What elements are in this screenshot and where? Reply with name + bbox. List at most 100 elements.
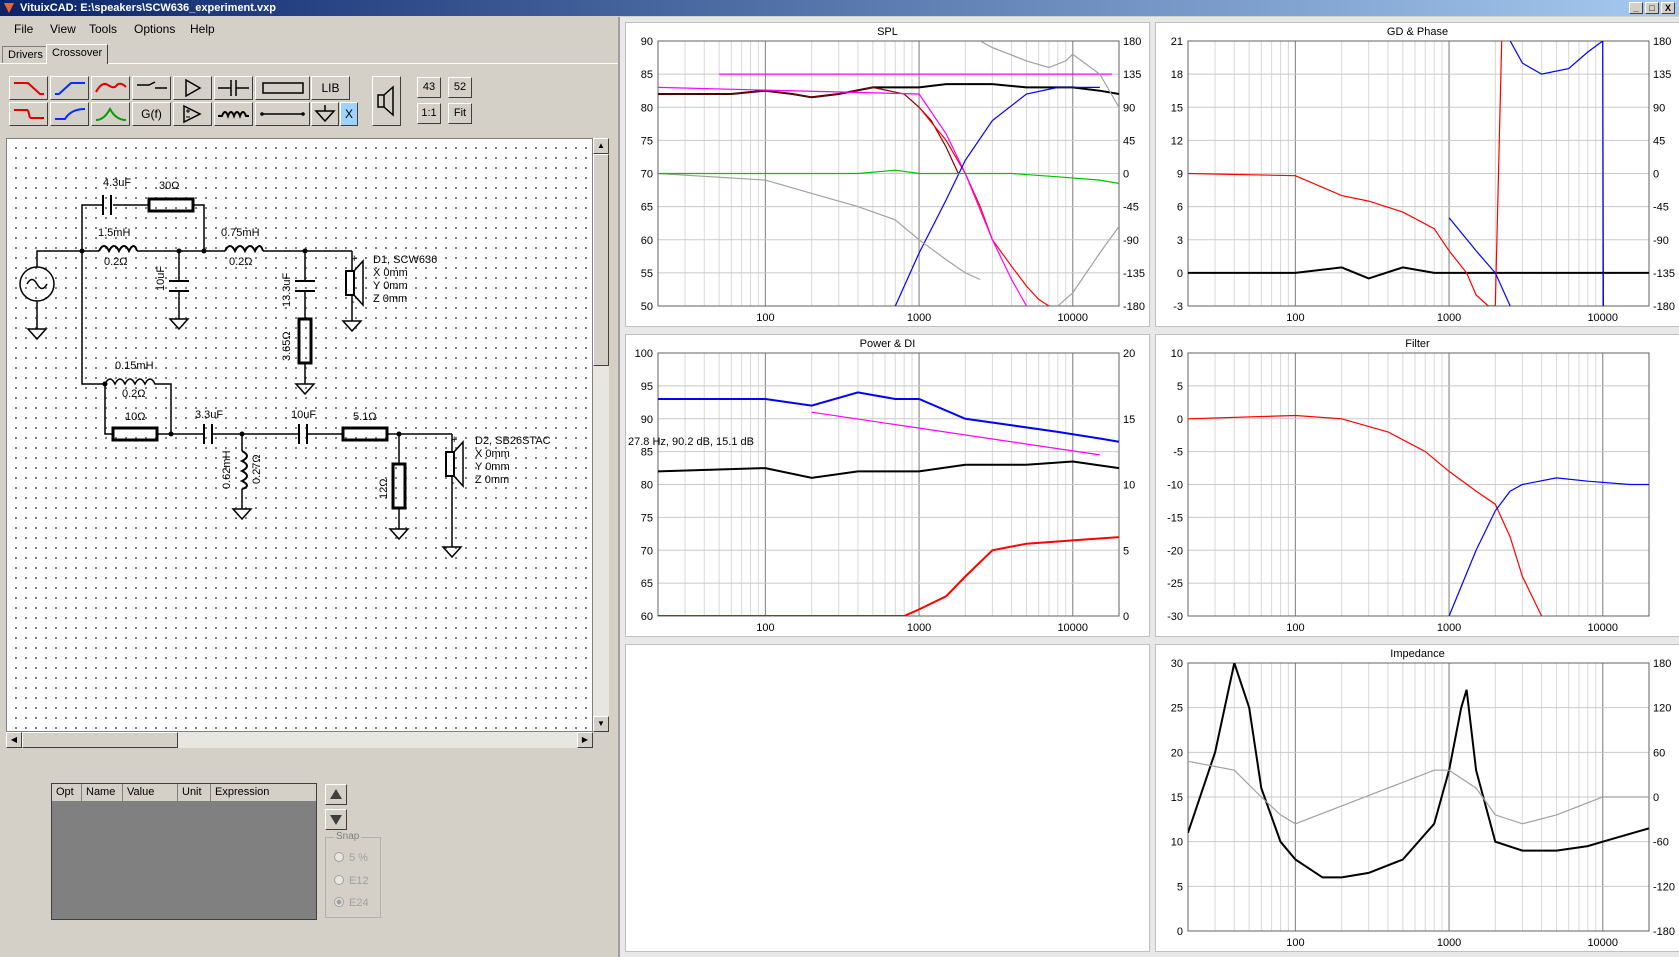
c33-label[interactable]: 3.3uF: [195, 409, 223, 421]
bandpass-red-icon: [95, 82, 127, 93]
col-value[interactable]: Value: [123, 784, 178, 802]
menu-view[interactable]: View: [50, 22, 76, 36]
r30-label[interactable]: 30Ω: [159, 180, 179, 192]
scroll-left-arrow[interactable]: ◀: [6, 732, 22, 748]
maximize-button[interactable]: □: [1645, 2, 1659, 14]
power-di-chart[interactable]: Power & DI 100 95 90 85 80 75 70 65 60 20 15 10 5 0 100…: [625, 334, 1150, 637]
menu-help[interactable]: Help: [190, 22, 215, 36]
d1-z: Z 0mm: [373, 293, 407, 305]
switch-button[interactable]: [132, 76, 171, 100]
zoom-fit-button[interactable]: Fit: [448, 103, 472, 124]
col-unit[interactable]: Unit: [178, 784, 211, 802]
y-tick-label: 0: [1177, 414, 1183, 426]
scroll-down-arrow[interactable]: ▼: [593, 716, 609, 732]
grid-a-button[interactable]: 43: [417, 77, 441, 98]
lowpass-red-button[interactable]: [9, 76, 48, 100]
snap-groupbox: Snap 5 % E12 E24: [325, 831, 381, 918]
snap-e12-radio[interactable]: E12: [334, 875, 369, 887]
close-button[interactable]: X: [1661, 2, 1675, 14]
buffer-icon: [185, 78, 202, 98]
menu-options[interactable]: Options: [134, 22, 175, 36]
bandpass-red-button[interactable]: [91, 76, 130, 100]
buffer-button[interactable]: [173, 76, 212, 100]
tab-crossover[interactable]: Crossover: [46, 44, 109, 64]
x-tick-label: 100: [1286, 937, 1304, 949]
l2-resistance-label[interactable]: 0.2Ω: [229, 256, 253, 268]
y-tick-label: 70: [641, 169, 653, 181]
gf-button[interactable]: G(f): [132, 102, 171, 126]
spl-plot: 90 85 80 75 70 65 60 55 50 180 135 90 45 0 -45 -90 -135 -…: [641, 36, 1145, 324]
col-expression[interactable]: Expression: [211, 784, 316, 802]
y-tick-label: 5: [1177, 881, 1183, 893]
d2-name[interactable]: D2, SB26STAC: [475, 435, 551, 447]
r365-label[interactable]: 3.65Ω: [281, 331, 293, 361]
lowpass-red-2-button[interactable]: [9, 102, 48, 126]
inductor-button[interactable]: [214, 102, 253, 126]
c13-label[interactable]: 13.3uF: [281, 272, 293, 307]
bandpass-green-button[interactable]: [91, 102, 130, 126]
schematic-horizontal-scrollbar[interactable]: ◀ ▶: [6, 732, 593, 748]
menu-file[interactable]: File: [14, 22, 33, 36]
l3-resistance-label[interactable]: 0.2Ω: [122, 388, 146, 400]
d2-z: Z 0mm: [475, 474, 509, 486]
x-tick-label: 1000: [907, 312, 931, 324]
l4-label[interactable]: 0.62mH: [221, 450, 233, 489]
opamp-button[interactable]: [173, 102, 212, 126]
x-button[interactable]: X: [340, 102, 358, 126]
component-properties-grid[interactable]: Opt Name Value Unit Expression: [51, 783, 317, 920]
l2-label[interactable]: 0.75mH: [221, 227, 260, 239]
move-up-button[interactable]: [325, 784, 347, 805]
l1-resistance-label[interactable]: 0.2Ω: [104, 256, 128, 268]
r10-label[interactable]: 10Ω: [125, 411, 145, 423]
minimize-button[interactable]: _: [1629, 2, 1643, 14]
c10uf-label[interactable]: 10uF: [155, 266, 167, 291]
gd-phase-chart[interactable]: GD & Phase 21 18 15 12 9 6 3 0 -3 180 135 90 45 0 -45 -9…: [1155, 22, 1679, 327]
ground-button[interactable]: [311, 102, 339, 126]
d1-x: X 0mm: [373, 267, 408, 279]
menu-tools[interactable]: Tools: [89, 22, 117, 36]
snap-e24-radio[interactable]: E24: [334, 897, 369, 909]
vertical-scroll-thumb[interactable]: [593, 154, 609, 366]
tab-drivers[interactable]: Drivers: [2, 46, 49, 64]
col-opt[interactable]: Opt: [52, 784, 82, 802]
zoom-1to1-button[interactable]: 1:1: [417, 103, 441, 124]
speaker-button[interactable]: [372, 76, 401, 126]
series-line-darkred: [658, 86, 959, 174]
l1-label[interactable]: 1.5mH: [98, 227, 130, 239]
horizontal-scroll-thumb[interactable]: [22, 732, 178, 748]
c1-label[interactable]: 4.3uF: [103, 177, 131, 189]
spl-chart[interactable]: SPL 90 85 80 75 70 65 60 55 50 180 135 90 45 0 -45 -90 -1…: [625, 22, 1150, 327]
series-line-red: [658, 536, 1119, 616]
r12-label[interactable]: 12Ω: [378, 479, 390, 499]
filter-chart[interactable]: Filter 10 5 0 -5 -10 -15 -20 -25 -30 100 1000 10000: [1155, 334, 1679, 637]
minus-sign-d2: -: [451, 477, 455, 489]
y2-tick-label: -60: [1653, 837, 1669, 849]
c10uf-b-label[interactable]: 10uF: [291, 409, 316, 421]
d1-name[interactable]: D1, SCW636: [373, 254, 437, 266]
highpass-blue-2-button[interactable]: [50, 102, 89, 126]
r51-label[interactable]: 5.1Ω: [353, 411, 377, 423]
schematic-canvas[interactable]: 4.3uF 30Ω 1.5mH 0.2Ω 10uF 0.75mH 0.2Ω 13…: [6, 138, 593, 732]
lib-button[interactable]: LIB: [311, 76, 350, 100]
highpass-blue-button[interactable]: [50, 76, 89, 100]
gd-phase-plot: 21 18 15 12 9 6 3 0 -3 180 135 90 45 0 -45 -90 -135 -180 1…: [1171, 36, 1675, 324]
y-tick-label: 60: [641, 235, 653, 247]
scroll-right-arrow[interactable]: ▶: [577, 732, 593, 748]
col-name[interactable]: Name: [82, 784, 123, 802]
arrow-up-icon: [330, 789, 342, 799]
resistor-button[interactable]: [255, 76, 310, 100]
l3-label[interactable]: 0.15mH: [115, 360, 154, 372]
grid-b-button[interactable]: 52: [448, 77, 472, 98]
snap-5pct-radio[interactable]: 5 %: [334, 852, 368, 864]
capacitor-button[interactable]: [214, 76, 253, 100]
y-tick-label: -5: [1173, 447, 1183, 459]
l4-resistance-label[interactable]: 0.27Ω: [251, 454, 263, 484]
schematic-vertical-scrollbar[interactable]: ▲ ▼: [593, 138, 609, 732]
wire-button[interactable]: [255, 102, 310, 126]
move-down-button[interactable]: [325, 809, 347, 830]
impedance-chart[interactable]: Impedance 30 25 20 15 10 5 0 180 120 60 0 -60 -120 -18…: [1155, 644, 1679, 952]
y-tick-label: 90: [641, 414, 653, 426]
scroll-up-arrow[interactable]: ▲: [593, 138, 609, 154]
charts-area: SPL 90 85 80 75 70 65 60 55 50 180 135 90 45 0 -45 -90 -1…: [618, 17, 1679, 957]
y-tick-label: 5: [1177, 381, 1183, 393]
